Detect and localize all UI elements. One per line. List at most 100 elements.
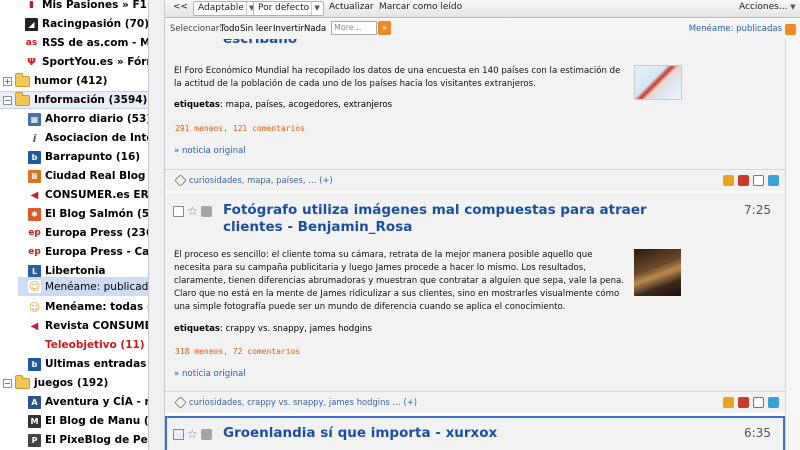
sidebar-folder-juegos[interactable]: − juegos (192) — [3, 374, 108, 392]
select-none-link[interactable]: Nada — [304, 24, 326, 34]
chevron-down-icon[interactable]: » — [378, 21, 391, 35]
sidebar-item-blog-manu[interactable]: M El Blog de Manu (11) — [28, 412, 148, 430]
article-title[interactable]: escribano — [223, 39, 297, 48]
sidebar-folder-humor[interactable]: + humor (412) — [3, 72, 107, 90]
share-icon[interactable] — [738, 397, 749, 408]
sidebar-item-sportyou[interactable]: Ψ SportYou.es » Fórmu — [25, 53, 148, 71]
select-checkbox[interactable] — [173, 429, 184, 440]
meneame-favicon-icon: ☺ — [28, 280, 41, 293]
collapse-sidebar-button[interactable]: << — [169, 1, 192, 16]
select-label: Seleccionar: — [170, 24, 222, 34]
article-time: 7:25 — [744, 203, 771, 217]
actions-label: Acciones... — [739, 2, 788, 12]
mail-icon[interactable] — [753, 175, 764, 186]
select-unread-link[interactable]: Sin leer — [240, 24, 272, 34]
tag-icon — [174, 174, 187, 187]
tags-label: etiquetas — [174, 100, 221, 110]
share-icon[interactable] — [723, 175, 734, 186]
sidebar-splitter[interactable] — [149, 0, 165, 450]
sidebar-item-meneame-todas[interactable]: ☺ Menéame: todas (294 — [28, 298, 148, 316]
expand-icon[interactable]: + — [3, 76, 12, 86]
sidebar-item-racingpasion[interactable]: ◢ Racingpasión (70) — [25, 15, 148, 33]
footer-tags[interactable]: curiosidades, mapa, países, … (+) — [189, 175, 333, 185]
collapse-icon[interactable]: − — [3, 95, 12, 105]
sidebar-item-revista-consumer[interactable]: ◀ Revista CONSUMER — [28, 317, 148, 335]
current-feed-link[interactable]: Menéame: publicadas — [689, 24, 782, 34]
select-checkbox[interactable] — [173, 206, 184, 217]
collapse-icon[interactable]: − — [3, 378, 12, 388]
share-icon[interactable] — [723, 397, 734, 408]
article-votes: 291 meneos, 121 comentarios — [175, 124, 306, 133]
original-link[interactable]: » noticia original — [174, 369, 246, 379]
sidebar-item-ciudad-real[interactable]: B Ciudad Real Blog - w — [28, 167, 148, 185]
ahorro-favicon-icon: ▦ — [28, 112, 41, 126]
view-mode-dropdown[interactable]: Adaptable ▼ — [193, 1, 259, 16]
article-tags: etiquetas: crappy vs. snappy, james hodg… — [174, 324, 373, 334]
sidebar-item-pixeblog[interactable]: P El PixeBlog de Pedja — [28, 431, 148, 449]
sidebar-item-asociacion[interactable]: i Asociacion de Intern — [28, 129, 148, 147]
refresh-button[interactable]: Actualizar — [325, 1, 378, 16]
article-list: escribano El Foro Económico Mundial ha r… — [165, 39, 800, 450]
article-body: El Foro Económico Mundial ha recopilado … — [174, 66, 621, 89]
article-tags: etiquetas: mapa, países, acogedores, ext… — [174, 100, 393, 110]
twitter-icon[interactable] — [768, 397, 779, 408]
star-icon[interactable]: ☆ — [187, 205, 198, 217]
sidebar-item-teleobjetivo[interactable]: Teleobjetivo (11) — [28, 336, 145, 354]
star-icon[interactable]: ☆ — [187, 428, 198, 440]
blogger-favicon-icon: B — [28, 169, 41, 183]
actions-menu[interactable]: Acciones... ▼ — [735, 1, 800, 16]
folder-open-icon — [15, 91, 30, 106]
sidebar-item-mis-pasiones[interactable]: ▮ Mis Pasiones » F1 (1... — [25, 0, 148, 14]
more-select-label: More... — [334, 23, 362, 32]
tags-label: etiquetas — [174, 324, 221, 334]
rss-icon — [200, 429, 212, 440]
article-time: 6:35 — [744, 426, 771, 440]
barrapunto-favicon-icon: b — [28, 357, 41, 371]
rss-icon — [200, 206, 212, 217]
sidebar-item-meneame-publicadas[interactable]: ☺ Menéame: publicadas — [18, 277, 148, 296]
sort-label: Por defecto — [258, 3, 310, 13]
aventura-favicon-icon: A — [28, 395, 41, 409]
article-scrollbar[interactable] — [785, 39, 800, 450]
article-item-selected[interactable]: ☆ Groenlandia sí que importa - xurxox 6:… — [165, 416, 785, 450]
sidebar-item-blog-salmon[interactable]: ✱ El Blog Salmón (57) — [28, 205, 148, 223]
article-thumbnail[interactable] — [634, 65, 682, 100]
libertonia-favicon-icon: L — [28, 264, 41, 278]
article-row-icons: ☆ — [173, 428, 212, 440]
sidebar-item-ahorro-diario[interactable]: ▦ Ahorro diario (53) — [28, 110, 148, 128]
folder-open-icon — [15, 374, 30, 389]
consumer-favicon-icon: ◀ — [28, 319, 41, 333]
sidebar-item-europa-press-castilla[interactable]: ep Europa Press - Castil — [28, 243, 148, 261]
twitter-icon[interactable] — [768, 175, 779, 186]
mark-read-button[interactable]: Marcar como leído — [375, 1, 466, 16]
sidebar-item-barrapunto[interactable]: b Barrapunto (16) — [28, 148, 140, 166]
racingpasion-favicon-icon: ◢ — [25, 17, 38, 31]
sidebar-folder-informacion[interactable]: − Información (3594) — [0, 91, 148, 109]
sidebar-item-as-com[interactable]: as RSS de as.com - Mot — [25, 34, 148, 52]
ep-favicon-icon: ep — [28, 226, 41, 240]
article-item[interactable]: escribano El Foro Económico Mundial ha r… — [165, 39, 785, 191]
feed-sidebar: ▮ Mis Pasiones » F1 (1... ◢ Racingpasión… — [0, 0, 149, 450]
article-item[interactable]: ☆ Fotógrafo utiliza imágenes mal compues… — [165, 193, 785, 413]
article-title[interactable]: Groenlandia sí que importa - xurxox — [223, 425, 497, 442]
sidebar-item-consumer-eros[interactable]: ◀ CONSUMER.es EROS — [28, 186, 148, 204]
sidebar-item-aventura[interactable]: A Aventura y CÍA - notic — [28, 393, 148, 411]
share-icon[interactable] — [738, 175, 749, 186]
sort-dropdown[interactable]: Por defecto ▼ — [253, 1, 325, 16]
select-all-link[interactable]: Todo — [220, 24, 240, 34]
sidebar-item-europa-press[interactable]: ep Europa Press (236) — [28, 224, 148, 242]
as-favicon-icon: as — [25, 36, 38, 50]
blogmanu-favicon-icon: M — [28, 414, 41, 428]
rss-icon[interactable] — [785, 24, 796, 35]
f1-favicon-icon: ▮ — [25, 0, 38, 12]
mail-icon[interactable] — [753, 397, 764, 408]
original-link[interactable]: » noticia original — [174, 146, 246, 156]
article-thumbnail[interactable] — [634, 249, 681, 296]
ep-favicon-icon: ep — [28, 245, 41, 259]
more-select-dropdown[interactable]: More... » — [331, 21, 391, 35]
select-invert-link[interactable]: Invertir — [273, 24, 304, 34]
toolbar: << Adaptable ▼ Por defecto ▼ Actualizar … — [165, 0, 800, 18]
article-title[interactable]: Fotógrafo utiliza imágenes mal compuesta… — [223, 202, 668, 236]
sidebar-item-ultimas-entradas[interactable]: b Ultimas entradas en — [28, 355, 148, 373]
footer-tags[interactable]: curiosidades, crappy vs. snappy, james h… — [189, 397, 417, 407]
